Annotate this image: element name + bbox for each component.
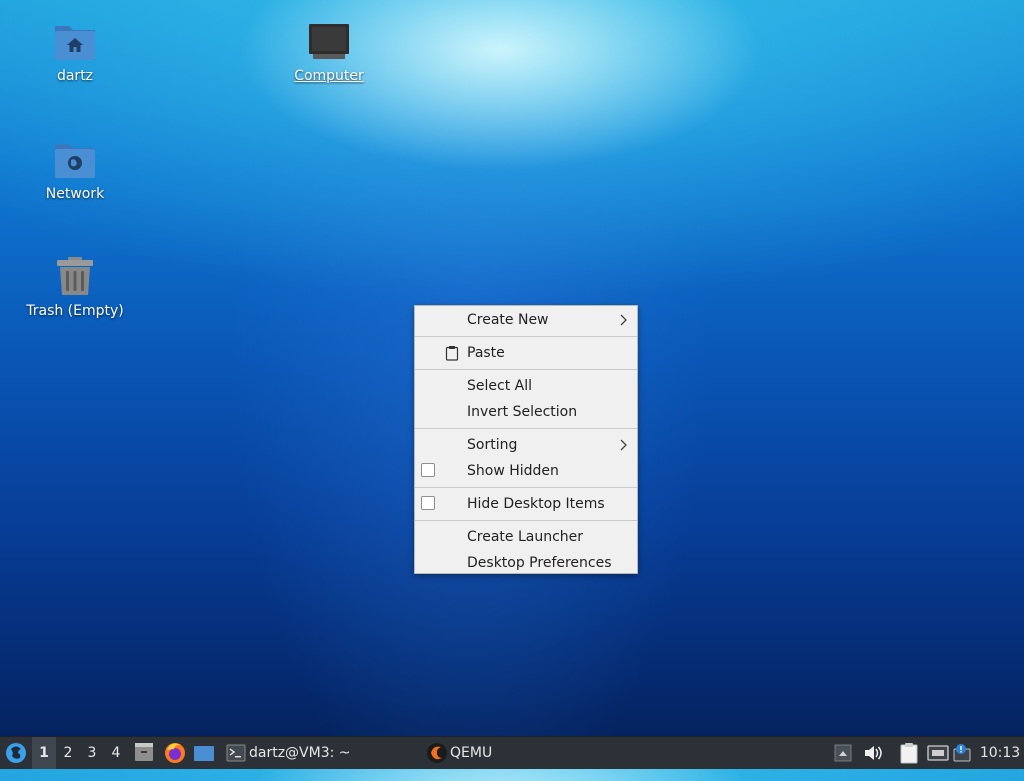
- chevron-right-icon: [620, 439, 627, 451]
- desktop-icon-label: dartz: [56, 68, 94, 84]
- start-menu-button[interactable]: [3, 737, 29, 769]
- taskbar: 1 2 3 4 dartz@VM3: ~ QEMU 10:13: [0, 736, 1024, 769]
- desktop-icon-computer[interactable]: Computer: [274, 22, 384, 85]
- qemu-icon: [427, 743, 447, 763]
- menu-item-hide-desktop-items[interactable]: Hide Desktop Items: [415, 491, 637, 517]
- show-hidden-checkbox[interactable]: [421, 463, 435, 477]
- terminal-icon: [226, 744, 246, 762]
- menu-item-label: Paste: [467, 345, 505, 361]
- desktop-icon-label: Computer: [294, 68, 364, 84]
- menu-item-show-hidden[interactable]: Show Hidden: [415, 458, 637, 484]
- desktop-icon-network[interactable]: Network: [20, 140, 130, 203]
- menu-item-label: Hide Desktop Items: [467, 496, 605, 512]
- notification-indicator[interactable]: [952, 737, 974, 769]
- menu-item-label: Sorting: [467, 437, 518, 453]
- clipboard-icon: [445, 346, 459, 361]
- clipboard-icon: [900, 743, 918, 764]
- menu-separator: [415, 487, 637, 488]
- menu-item-create-new[interactable]: Create New: [415, 307, 637, 333]
- workspace-3[interactable]: 3: [80, 737, 104, 769]
- menu-item-paste[interactable]: Paste: [415, 340, 637, 366]
- desktop-icon-label: Trash (Empty): [26, 303, 124, 319]
- volume-control[interactable]: [862, 737, 884, 769]
- tray-expand-button[interactable]: [834, 737, 852, 769]
- workspace-4[interactable]: 4: [104, 737, 128, 769]
- desktop-icon-home[interactable]: dartz: [20, 22, 130, 85]
- workspace-1[interactable]: 1: [32, 737, 56, 769]
- start-menu-icon: [6, 743, 26, 763]
- desktop[interactable]: dartz Computer Network Trash (Empty) Cre…: [0, 0, 1024, 736]
- menu-separator: [415, 428, 637, 429]
- volume-icon: [865, 746, 882, 760]
- hide-desktop-items-checkbox[interactable]: [421, 496, 435, 510]
- menu-item-label: Select All: [467, 378, 532, 394]
- taskbar-window-terminal[interactable]: dartz@VM3: ~: [224, 737, 414, 769]
- window-title: dartz@VM3: ~: [249, 745, 351, 761]
- menu-separator: [415, 369, 637, 370]
- desktop-context-menu: Create New Paste Select All Invert Selec…: [414, 305, 638, 574]
- desktop-icon-label: Network: [45, 186, 105, 202]
- menu-item-label: Desktop Preferences: [467, 555, 612, 571]
- taskbar-window-qemu[interactable]: QEMU: [424, 737, 624, 769]
- menu-item-label: Show Hidden: [467, 463, 559, 479]
- workspace-2[interactable]: 2: [56, 737, 80, 769]
- chevron-right-icon: [620, 314, 627, 326]
- menu-separator: [415, 336, 637, 337]
- menu-item-desktop-preferences[interactable]: Desktop Preferences: [415, 550, 637, 576]
- menu-separator: [415, 520, 637, 521]
- firefox-launcher[interactable]: [163, 737, 187, 769]
- desktop-icon-trash[interactable]: Trash (Empty): [20, 257, 130, 320]
- computer-icon: [309, 24, 349, 59]
- tray-arrow-icon: [834, 744, 852, 762]
- firefox-icon: [165, 743, 185, 763]
- menu-item-create-launcher[interactable]: Create Launcher: [415, 524, 637, 550]
- menu-item-label: Create Launcher: [467, 529, 584, 545]
- clipboard-manager[interactable]: [898, 737, 920, 769]
- window-title: QEMU: [450, 745, 493, 761]
- trash-icon: [57, 257, 93, 295]
- show-desktop-button[interactable]: [192, 737, 216, 769]
- desktop-icon: [194, 746, 214, 761]
- menu-item-invert-selection[interactable]: Invert Selection: [415, 399, 637, 425]
- network-folder-icon: [55, 144, 95, 178]
- menu-item-label: Create New: [467, 312, 549, 328]
- notification-icon: [953, 744, 971, 762]
- network-status-icon: [927, 745, 949, 761]
- clock[interactable]: 10:13: [978, 737, 1022, 769]
- network-status[interactable]: [926, 737, 950, 769]
- home-folder-icon: [55, 26, 95, 60]
- menu-item-select-all[interactable]: Select All: [415, 373, 637, 399]
- file-manager-icon: [135, 743, 153, 761]
- file-manager-launcher[interactable]: [133, 737, 155, 769]
- menu-item-label: Invert Selection: [467, 404, 578, 420]
- menu-item-sorting[interactable]: Sorting: [415, 432, 637, 458]
